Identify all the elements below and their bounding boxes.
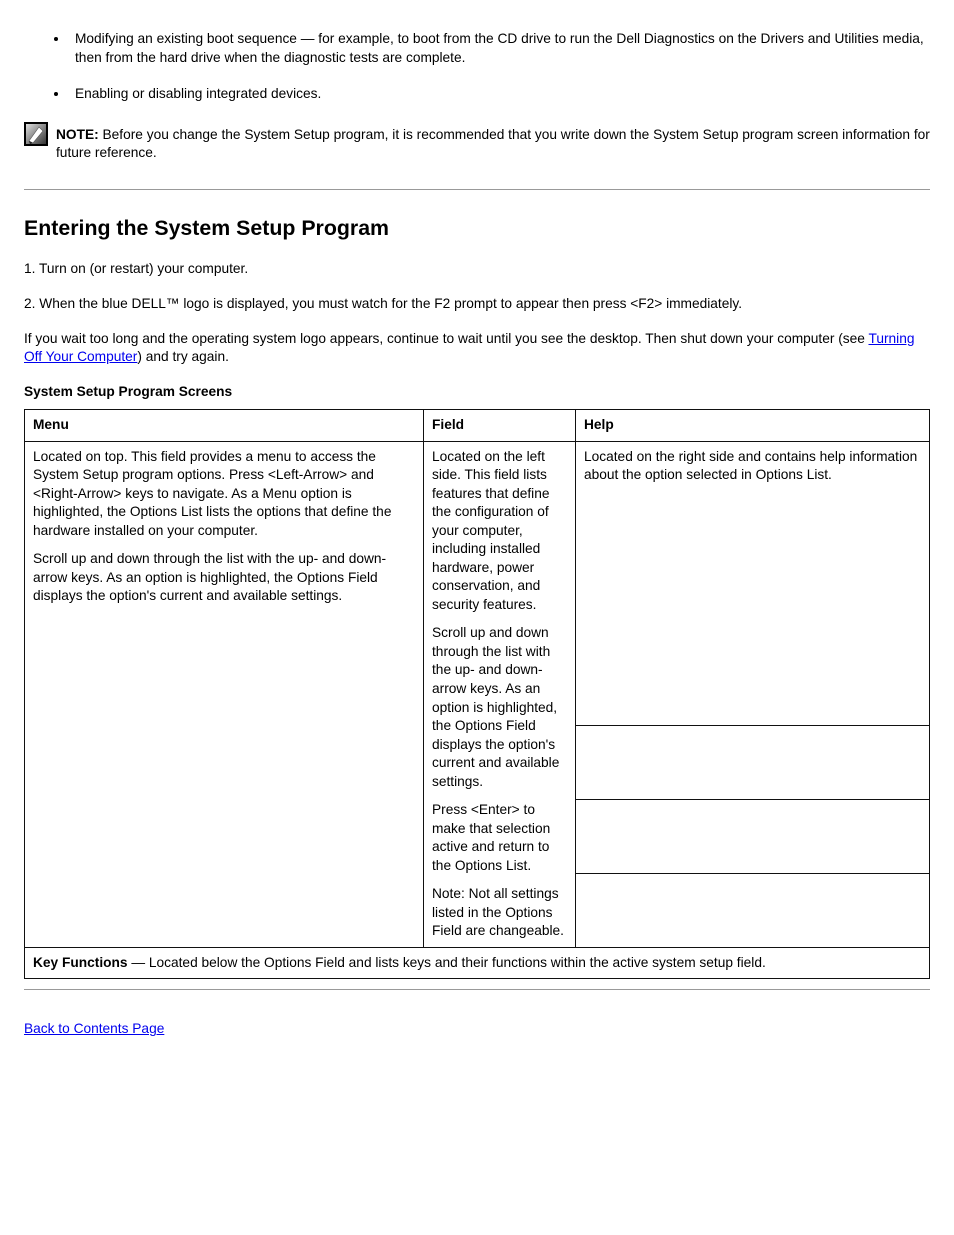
cell-field-desc: Located on the left side. This field lis… bbox=[424, 441, 576, 947]
table-row-keyfn: Key Functions — Located below the Option… bbox=[25, 947, 930, 979]
para-prefix: If you wait too long and the operating s… bbox=[24, 331, 868, 346]
table-header-row: Menu Field Help bbox=[25, 410, 930, 442]
step-1: 1. Turn on (or restart) your computer. bbox=[24, 260, 930, 279]
divider-1 bbox=[24, 189, 930, 190]
system-setup-table: Menu Field Help Located on top. This fie… bbox=[24, 409, 930, 979]
note-icon bbox=[24, 122, 48, 146]
cell-help-4 bbox=[576, 873, 930, 947]
cell-help-desc: Located on the right side and contains h… bbox=[576, 441, 930, 726]
bullet-1: Modifying an existing boot sequence — fo… bbox=[69, 30, 930, 67]
section-heading: Entering the System Setup Program bbox=[24, 214, 930, 243]
note-body: Before you change the System Setup progr… bbox=[56, 127, 930, 161]
bullet-2: Enabling or disabling integrated devices… bbox=[69, 85, 930, 104]
th-menu: Menu bbox=[25, 410, 424, 442]
table-caption: System Setup Program Screens bbox=[24, 383, 930, 402]
para-after-steps: If you wait too long and the operating s… bbox=[24, 330, 930, 367]
table-row: Located on top. This field provides a me… bbox=[25, 441, 930, 726]
divider-2 bbox=[24, 989, 930, 990]
note-text: NOTE: Before you change the System Setup… bbox=[56, 122, 930, 163]
th-help: Help bbox=[576, 410, 930, 442]
note-block: NOTE: Before you change the System Setup… bbox=[24, 122, 930, 163]
cell-help-3 bbox=[576, 800, 930, 874]
intro-bullets: Modifying an existing boot sequence — fo… bbox=[24, 30, 930, 104]
cell-menu-desc: Located on top. This field provides a me… bbox=[25, 441, 424, 947]
cell-help-2 bbox=[576, 726, 930, 800]
th-field: Field bbox=[424, 410, 576, 442]
note-label: NOTE: bbox=[56, 127, 99, 142]
cell-key-functions: Key Functions — Located below the Option… bbox=[25, 947, 930, 979]
para-suffix: ) and try again. bbox=[137, 349, 229, 364]
back-link[interactable]: Back to Contents Page bbox=[24, 1020, 164, 1039]
step-2: 2. When the blue DELL™ logo is displayed… bbox=[24, 295, 930, 314]
